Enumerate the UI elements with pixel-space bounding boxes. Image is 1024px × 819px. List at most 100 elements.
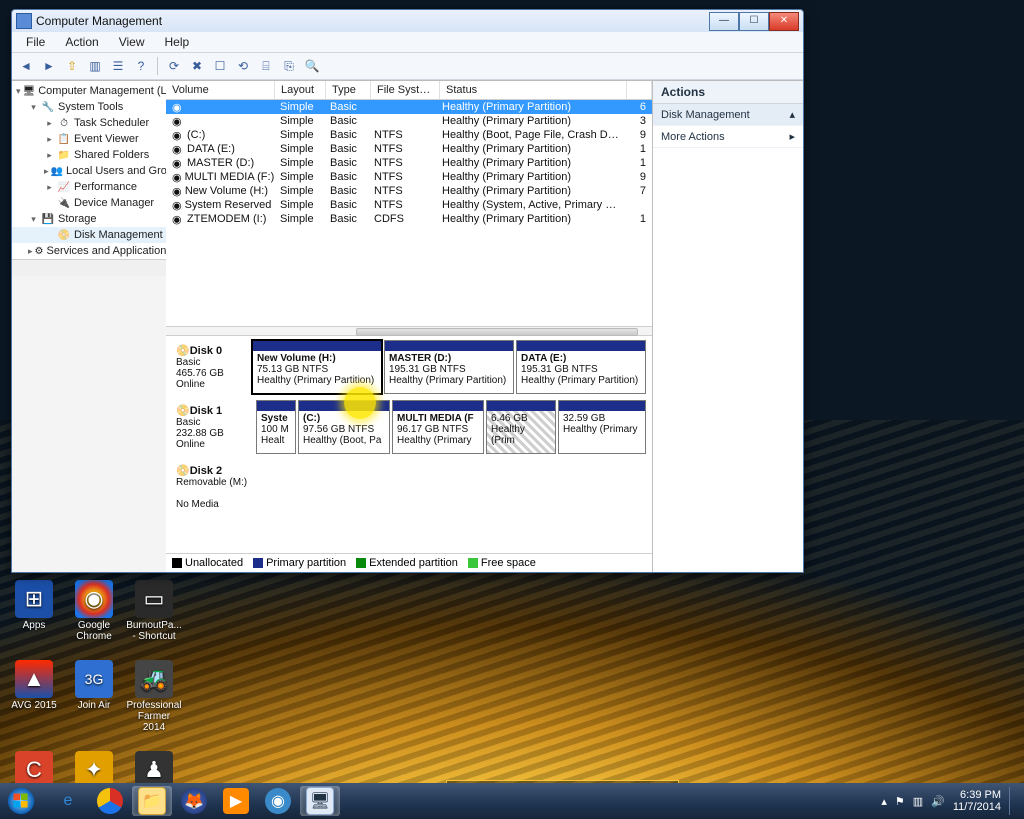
disk-row: 📀Disk 1Basic232.88 GBOnlineSyste100 MHea… <box>172 400 646 454</box>
partition[interactable]: New Volume (H:)75.13 GB NTFSHealthy (Pri… <box>252 340 382 394</box>
desktop-icon[interactable]: ▲AVG 2015 <box>6 660 62 733</box>
partition[interactable]: Syste100 MHealt <box>256 400 296 454</box>
actions-pane: Actions Disk Management▴ More Actions▸ <box>652 81 803 572</box>
taskbar-wmp[interactable]: ▶ <box>216 786 256 816</box>
tree-node[interactable]: ▸📁Shared Folders <box>12 147 166 163</box>
taskbar-compmgmt[interactable]: 🖥 <box>300 786 340 816</box>
tree-node[interactable]: 📀Disk Management <box>12 227 166 243</box>
volume-row[interactable]: ◉(C:)SimpleBasicNTFSHealthy (Boot, Page … <box>166 128 652 142</box>
system-tray[interactable]: ▴ ⚑ ▥ 🔊 6:39 PM 11/7/2014 <box>881 787 1018 815</box>
tray-network-icon[interactable]: ▥ <box>913 795 923 808</box>
partition[interactable]: 32.59 GBHealthy (Primary <box>558 400 646 454</box>
minimize-button[interactable]: — <box>709 12 739 31</box>
navigation-tree[interactable]: ▾🖥Computer Management (Local▾🔧System Too… <box>12 81 167 259</box>
desktop-icon[interactable]: ◉Google Chrome <box>66 580 122 642</box>
tree-node[interactable]: ▾🖥Computer Management (Local <box>12 83 166 99</box>
col-fs[interactable]: File System <box>371 81 440 99</box>
volume-row[interactable]: ◉SimpleBasicHealthy (Primary Partition)3 <box>166 114 652 128</box>
partition[interactable]: MASTER (D:)195.31 GB NTFSHealthy (Primar… <box>384 340 514 394</box>
volume-list[interactable]: ◉SimpleBasicHealthy (Primary Partition)6… <box>166 100 652 326</box>
col-layout[interactable]: Layout <box>275 81 326 99</box>
clock[interactable]: 6:39 PM 11/7/2014 <box>953 789 1001 813</box>
detach-button[interactable]: ⎘ <box>279 56 299 76</box>
up-button[interactable]: ⇧ <box>62 56 82 76</box>
refresh-button[interactable]: ⟳ <box>164 56 184 76</box>
taskbar-chrome[interactable] <box>90 786 130 816</box>
col-cap[interactable] <box>627 81 652 99</box>
create-button[interactable]: ☐ <box>210 56 230 76</box>
desktop-icon[interactable]: 🚜Professional Farmer 2014 <box>126 660 182 733</box>
taskbar-firefox[interactable]: 🦊 <box>174 786 214 816</box>
menu-file[interactable]: File <box>18 33 53 51</box>
partition[interactable]: 6.46 GBHealthy (Prim <box>486 400 556 454</box>
taskbar[interactable]: e 📁 🦊 ▶ ◉ 🖥 ▴ ⚑ ▥ 🔊 6:39 PM 11/7/2014 <box>0 783 1024 819</box>
taskbar-app1[interactable]: ◉ <box>258 786 298 816</box>
start-button[interactable] <box>6 786 46 816</box>
taskbar-explorer[interactable]: 📁 <box>132 786 172 816</box>
tree-node[interactable]: 🔌Device Manager <box>12 195 166 211</box>
tree-node[interactable]: ▸📈Performance <box>12 179 166 195</box>
volume-row[interactable]: ◉DATA (E:)SimpleBasicNTFSHealthy (Primar… <box>166 142 652 156</box>
tray-overflow-icon[interactable]: ▴ <box>881 795 887 808</box>
volume-row[interactable]: ◉MASTER (D:)SimpleBasicNTFSHealthy (Prim… <box>166 156 652 170</box>
volume-row[interactable]: ◉MULTI MEDIA (F:)SimpleBasicNTFSHealthy … <box>166 170 652 184</box>
partition[interactable]: (C:)97.56 GB NTFSHealthy (Boot, Pa <box>298 400 390 454</box>
disk-label[interactable]: 📀Disk 1Basic232.88 GBOnline <box>172 400 256 454</box>
tree-node[interactable]: ▸👥Local Users and Groups <box>12 163 166 179</box>
forward-button[interactable]: ► <box>39 56 59 76</box>
menu-view[interactable]: View <box>111 33 153 51</box>
center-pane: Volume Layout Type File System Status ◉S… <box>166 81 652 572</box>
volume-row[interactable]: ◉System ReservedSimpleBasicNTFSHealthy (… <box>166 198 652 212</box>
partition[interactable]: DATA (E:)195.31 GB NTFSHealthy (Primary … <box>516 340 646 394</box>
desktop-icon[interactable]: ▭BurnoutPa... - Shortcut <box>126 580 182 642</box>
close-button[interactable]: ✕ <box>769 12 799 31</box>
tray-volume-icon[interactable]: 🔊 <box>931 795 945 808</box>
menu-action[interactable]: Action <box>57 33 106 51</box>
disk-label[interactable]: 📀Disk 0Basic465.76 GBOnline <box>172 340 252 394</box>
delete-button[interactable]: ✖ <box>187 56 207 76</box>
tree-node[interactable]: ▸⏱Task Scheduler <box>12 115 166 131</box>
back-button[interactable]: ◄ <box>16 56 36 76</box>
actions-header: Actions <box>653 81 803 104</box>
menu-help[interactable]: Help <box>157 33 198 51</box>
tray-flag-icon[interactable]: ⚑ <box>895 795 905 808</box>
help-button[interactable]: ? <box>131 56 151 76</box>
taskbar-ie[interactable]: e <box>48 786 88 816</box>
col-type[interactable]: Type <box>326 81 371 99</box>
volume-row[interactable]: ◉New Volume (H:)SimpleBasicNTFSHealthy (… <box>166 184 652 198</box>
query-button[interactable]: 🔍 <box>302 56 322 76</box>
actions-context[interactable]: Disk Management▴ <box>653 104 803 126</box>
partition[interactable]: MULTI MEDIA (F96.17 GB NTFSHealthy (Prim… <box>392 400 484 454</box>
tree-node[interactable]: ▾🔧System Tools <box>12 99 166 115</box>
volume-list-header[interactable]: Volume Layout Type File System Status <box>166 81 652 100</box>
attach-button[interactable]: ⌸ <box>256 56 276 76</box>
disk-map[interactable]: 📀Disk 0Basic465.76 GBOnlineNew Volume (H… <box>166 336 652 553</box>
show-hide-tree-button[interactable]: ▥ <box>85 56 105 76</box>
actions-more[interactable]: More Actions▸ <box>653 126 803 148</box>
desktop-icon[interactable]: ⊞Apps <box>6 580 62 642</box>
col-status[interactable]: Status <box>440 81 627 99</box>
disk-label[interactable]: 📀Disk 2Removable (M:)No Media <box>172 460 256 514</box>
legend-extended: Extended partition <box>369 557 458 569</box>
titlebar[interactable]: Computer Management — ☐ ✕ <box>12 10 803 32</box>
tree-node[interactable]: ▾💾Storage <box>12 211 166 227</box>
rescan-button[interactable]: ⟲ <box>233 56 253 76</box>
tree-node[interactable]: ▸⚙Services and Applications <box>12 243 166 259</box>
chevron-right-icon: ▸ <box>789 130 795 143</box>
tree-scrollbar[interactable] <box>12 259 166 276</box>
disk-row: 📀Disk 0Basic465.76 GBOnlineNew Volume (H… <box>172 340 646 394</box>
desktop-icon[interactable]: 3GJoin Air <box>66 660 122 733</box>
col-volume[interactable]: Volume <box>166 81 275 99</box>
tree-node[interactable]: ▸📋Event Viewer <box>12 131 166 147</box>
clock-date: 11/7/2014 <box>953 801 1001 813</box>
volume-row[interactable]: ◉ZTEMODEM (I:)SimpleBasicCDFSHealthy (Pr… <box>166 212 652 226</box>
properties-button[interactable]: ☰ <box>108 56 128 76</box>
computer-management-window: Computer Management — ☐ ✕ File Action Vi… <box>11 9 804 573</box>
disk-row: 📀Disk 2Removable (M:)No Media <box>172 460 646 514</box>
app-icon <box>16 13 32 29</box>
toolbar: ◄ ► ⇧ ▥ ☰ ? ⟳ ✖ ☐ ⟲ ⌸ ⎘ 🔍 <box>12 53 803 80</box>
volume-row[interactable]: ◉SimpleBasicHealthy (Primary Partition)6 <box>166 100 652 114</box>
show-desktop-button[interactable] <box>1009 787 1018 815</box>
splitter[interactable] <box>166 326 652 336</box>
maximize-button[interactable]: ☐ <box>739 12 769 31</box>
